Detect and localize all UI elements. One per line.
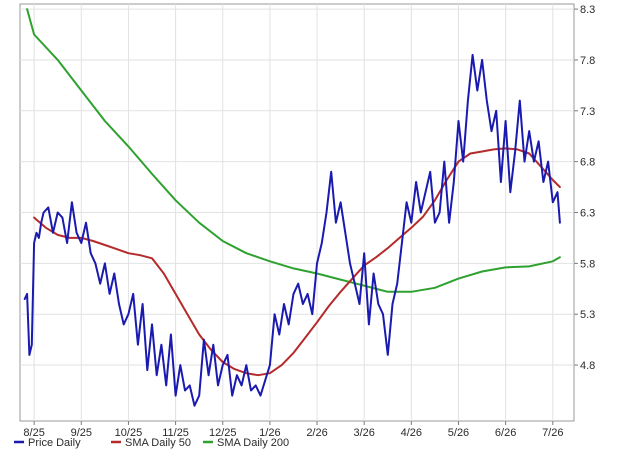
y-tick-label-5: 7.3 bbox=[580, 106, 595, 118]
x-tick-label-6: 2/26 bbox=[306, 427, 327, 439]
x-tick-label-7: 3/26 bbox=[353, 427, 374, 439]
y-tick-label-2: 5.8 bbox=[580, 258, 595, 270]
x-tick-label-9: 5/26 bbox=[448, 427, 469, 439]
legend-label-sma-daily-50: SMA Daily 50 bbox=[125, 437, 191, 449]
y-tick-label-0: 4.8 bbox=[580, 360, 595, 372]
y-tick-label-4: 6.8 bbox=[580, 157, 595, 169]
x-tick-label-11: 7/26 bbox=[542, 427, 563, 439]
legend-label-price-daily: Price Daily bbox=[28, 437, 81, 449]
y-tick-label-3: 6.3 bbox=[580, 208, 595, 220]
x-tick-label-8: 4/26 bbox=[401, 427, 422, 439]
y-tick-label-1: 5.3 bbox=[580, 309, 595, 321]
x-axis-ticks: 8/25 9/25 10/25 11/25 12/25 1/26 2/26 3/26 4/26 5… bbox=[23, 421, 563, 439]
stock-price-chart: 4.85.35.86.36.87.37.88.3 8/25 9/25 10/25 11… bbox=[14, 3, 595, 449]
y-tick-label-6: 7.8 bbox=[580, 55, 595, 67]
y-axis-ticks: 4.8 5.3 5.8 6.3 6.8 7.3 7.8 8.3 bbox=[574, 4, 595, 372]
y-tick-label-7: 8.3 bbox=[580, 4, 595, 16]
x-tick-label-10: 6/26 bbox=[495, 427, 516, 439]
legend: Price Daily SMA Daily 50 SMA Daily 200 bbox=[14, 437, 289, 449]
legend-label-sma-daily-200: SMA Daily 200 bbox=[217, 437, 289, 449]
